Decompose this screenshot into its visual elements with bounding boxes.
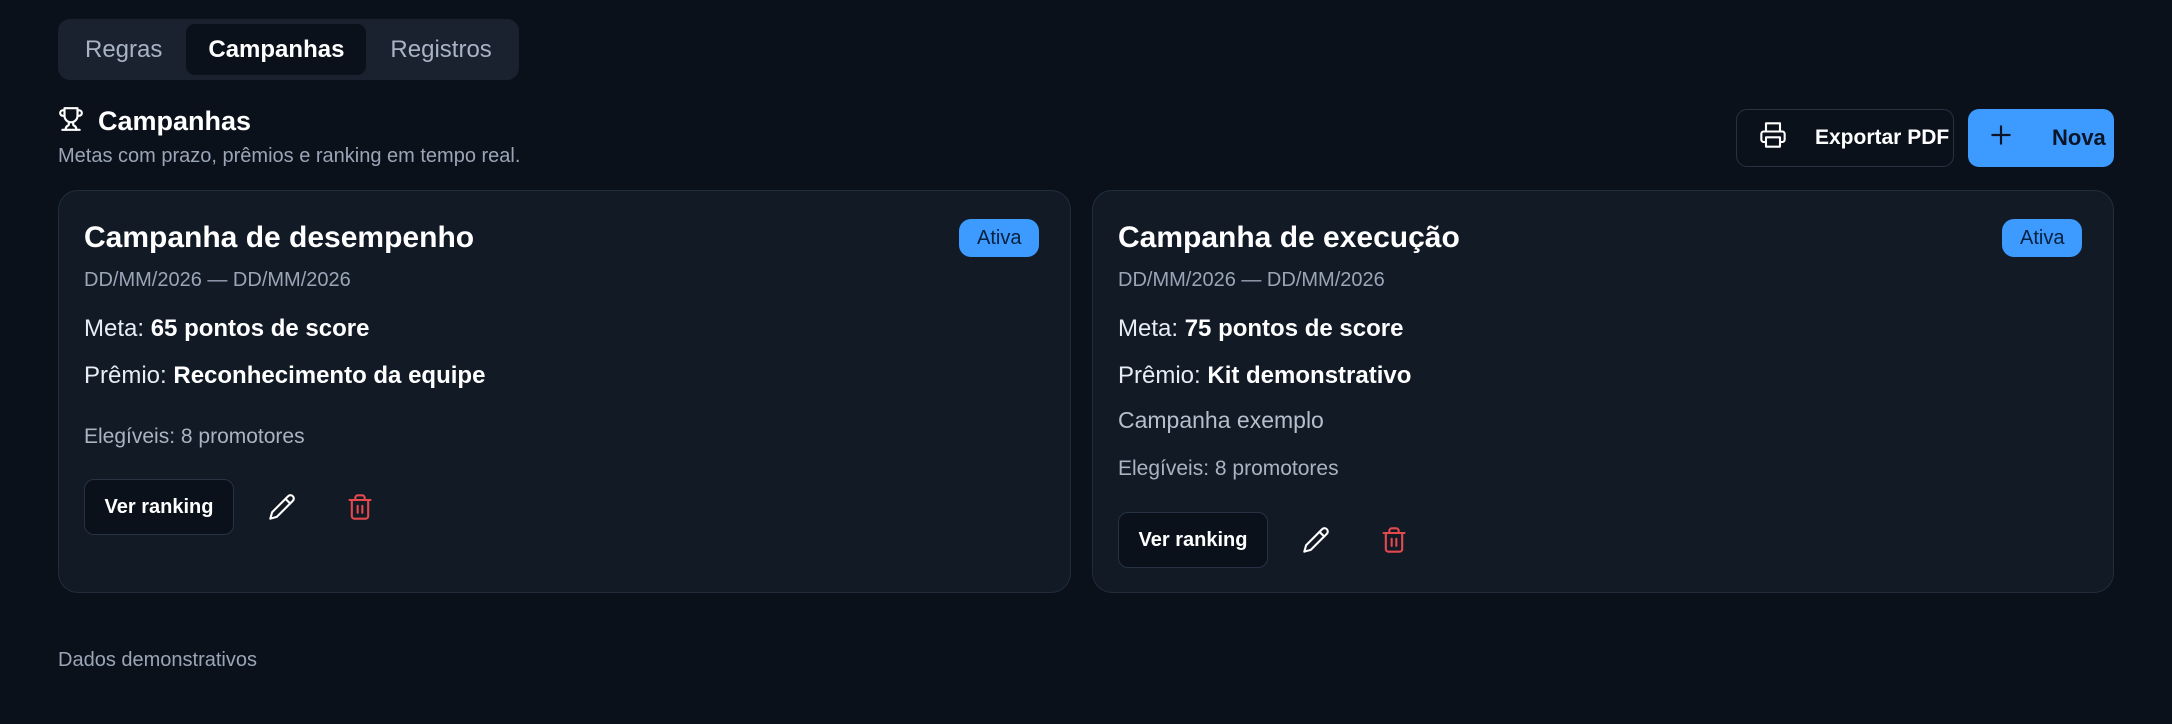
campaign-goal: Meta: 65 pontos de score [84,315,369,343]
goal-value: 75 pontos de score [1184,315,1404,342]
export-pdf-label: Exportar PDF [1815,126,1950,149]
new-campaign-label: Nova [2052,125,2106,150]
edit-icon[interactable] [1294,518,1338,562]
tab-regras[interactable]: Regras [63,24,184,75]
campaign-eligible: Elegíveis: 8 promotores [84,425,305,448]
campaign-description: Campanha exemplo [1118,407,1324,433]
campaign-card: Campanha de desempenho Ativa DD/MM/2026 … [58,190,1071,593]
campaign-eligible: Elegíveis: 8 promotores [1118,457,1339,480]
footer-note: Dados demonstrativos [58,649,257,671]
new-campaign-button[interactable]: Nova [1968,109,2114,167]
campaign-prize: Prêmio: Kit demonstrativo [1118,362,1411,390]
edit-icon[interactable] [260,485,304,529]
campaigns-page: Regras Campanhas Registros Campanhas Met… [0,0,2172,724]
campaign-title: Campanha de execução [1118,221,1460,254]
prize-value: Kit demonstrativo [1207,362,1412,389]
campaign-goal: Meta: 75 pontos de score [1118,315,1403,343]
section-header: Campanhas [58,106,251,137]
printer-icon [1759,121,1787,155]
status-badge: Ativa [959,219,1040,257]
prize-value: Reconhecimento da equipe [173,362,486,389]
export-pdf-button[interactable]: Exportar PDF [1736,109,1954,167]
delete-icon[interactable] [1372,518,1416,562]
tab-campanhas[interactable]: Campanhas [186,24,367,75]
campaign-prize: Prêmio: Reconhecimento da equipe [84,362,485,390]
delete-icon[interactable] [338,485,382,529]
campaign-title: Campanha de desempenho [84,221,475,254]
tab-bar: Regras Campanhas Registros [58,19,519,80]
campaign-dates: DD/MM/2026 — DD/MM/2026 [1118,269,1385,291]
goal-label: Meta: [1118,315,1179,342]
campaign-dates: DD/MM/2026 — DD/MM/2026 [84,269,351,291]
view-ranking-button[interactable]: Ver ranking [1118,512,1268,568]
view-ranking-button[interactable]: Ver ranking [84,479,234,535]
trophy-icon [58,106,84,137]
goal-label: Meta: [84,315,145,342]
prize-label: Prêmio: [1118,362,1201,389]
tab-registros[interactable]: Registros [368,24,513,75]
plus-icon [1988,122,2014,154]
goal-value: 65 pontos de score [150,315,370,342]
status-badge: Ativa [2002,219,2083,257]
campaign-card: Campanha de execução Ativa DD/MM/2026 — … [1092,190,2114,593]
page-subtitle: Metas com prazo, prêmios e ranking em te… [58,145,521,167]
page-title: Campanhas [98,106,252,136]
prize-label: Prêmio: [84,362,167,389]
